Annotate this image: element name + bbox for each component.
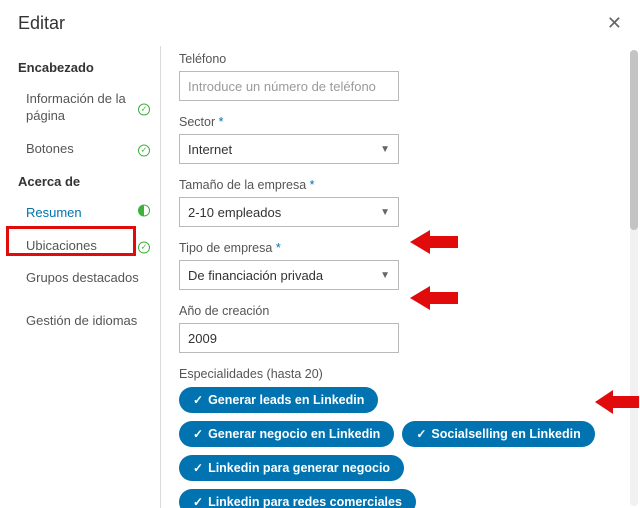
edit-dialog: Editar ✕ Encabezado Información de la pá… [0, 0, 640, 508]
sidebar-item-resumen[interactable]: Resumen [0, 197, 160, 230]
field-telefono: Teléfono [179, 52, 622, 101]
pill-label: Linkedin para redes comerciales [208, 495, 402, 508]
close-icon: ✕ [607, 13, 622, 33]
specialty-pill[interactable]: ✓ Generar negocio en Linkedin [179, 421, 394, 447]
dialog-body: Encabezado Información de la página ✓ Bo… [0, 46, 640, 508]
sidebar: Encabezado Información de la página ✓ Bo… [0, 46, 160, 508]
sidebar-item-label: Resumen [26, 205, 82, 220]
check-icon: ✓ [193, 461, 203, 475]
field-label: Teléfono [179, 52, 622, 66]
specialty-pill[interactable]: ✓ Generar leads en Linkedin [179, 387, 378, 413]
field-label: Especialidades (hasta 20) [179, 367, 622, 381]
pill-label: Generar leads en Linkedin [208, 393, 364, 407]
chevron-down-icon: ▼ [380, 144, 390, 155]
sidebar-item-label: Botones [26, 141, 74, 156]
sidebar-item-label: Información de la página [26, 91, 126, 123]
specialty-pills: ✓ Generar leads en Linkedin ✓ Generar nego… [179, 387, 599, 508]
pill-label: Linkedin para generar negocio [208, 461, 390, 475]
field-ano-creacion: Año de creación [179, 304, 622, 353]
field-label: Año de creación [179, 304, 622, 318]
sidebar-item-label: Grupos destacados [26, 270, 139, 285]
field-label: Tipo de empresa * [179, 241, 622, 255]
sidebar-item-label: Ubicaciones [26, 238, 97, 253]
status-complete-icon: ✓ [138, 238, 150, 255]
required-asterisk: * [310, 178, 315, 192]
sidebar-section-acerca-de: Acerca de [0, 166, 160, 197]
status-partial-icon [138, 205, 150, 222]
sidebar-item-info-pagina[interactable]: Información de la página ✓ [0, 83, 160, 133]
close-button[interactable]: ✕ [603, 10, 626, 36]
chevron-down-icon: ▼ [380, 207, 390, 218]
ano-input[interactable] [179, 323, 399, 353]
field-especialidades: Especialidades (hasta 20) ✓ Generar leads… [179, 367, 622, 508]
check-icon: ✓ [416, 427, 426, 441]
scrollbar[interactable] [630, 50, 638, 506]
dialog-header: Editar ✕ [0, 0, 640, 46]
field-tamano-empresa: Tamaño de la empresa * 2-10 empleados ▼ [179, 178, 622, 227]
tipo-select[interactable]: De financiación privada ▼ [179, 260, 399, 290]
scrollbar-thumb[interactable] [630, 50, 638, 230]
sidebar-section-encabezado: Encabezado [0, 52, 160, 83]
tamano-select[interactable]: 2-10 empleados ▼ [179, 197, 399, 227]
chevron-down-icon: ▼ [380, 270, 390, 281]
sidebar-item-gestion-idiomas[interactable]: Gestión de idiomas [0, 305, 160, 338]
pill-label: Socialselling en Linkedin [431, 427, 580, 441]
sidebar-item-label: Gestión de idiomas [26, 313, 137, 328]
sidebar-item-botones[interactable]: Botones ✓ [0, 133, 160, 166]
status-complete-icon: ✓ [138, 141, 150, 158]
sector-select[interactable]: Internet ▼ [179, 134, 399, 164]
check-icon: ✓ [193, 427, 203, 441]
status-complete-icon: ✓ [138, 99, 150, 116]
field-label: Sector * [179, 115, 622, 129]
check-icon: ✓ [193, 393, 203, 407]
select-value: Internet [188, 142, 232, 157]
form-content: Teléfono Sector * Internet ▼ Tamaño de l… [161, 46, 640, 508]
select-value: De financiación privada [188, 268, 323, 283]
field-sector: Sector * Internet ▼ [179, 115, 622, 164]
required-asterisk: * [276, 241, 281, 255]
specialty-pill[interactable]: ✓ Socialselling en Linkedin [402, 421, 594, 447]
dialog-title: Editar [18, 13, 65, 34]
select-value: 2-10 empleados [188, 205, 281, 220]
field-tipo-empresa: Tipo de empresa * De financiación privad… [179, 241, 622, 290]
telefono-input[interactable] [179, 71, 399, 101]
specialty-pill[interactable]: ✓ Linkedin para generar negocio [179, 455, 404, 481]
sidebar-item-grupos-destacados[interactable]: Grupos destacados [0, 262, 160, 295]
specialty-pill[interactable]: ✓ Linkedin para redes comerciales [179, 489, 416, 508]
sidebar-item-ubicaciones[interactable]: Ubicaciones ✓ [0, 230, 160, 263]
check-icon: ✓ [193, 495, 203, 508]
field-label: Tamaño de la empresa * [179, 178, 622, 192]
content-scroll-area: Teléfono Sector * Internet ▼ Tamaño de l… [160, 46, 640, 508]
pill-label: Generar negocio en Linkedin [208, 427, 380, 441]
required-asterisk: * [219, 115, 224, 129]
